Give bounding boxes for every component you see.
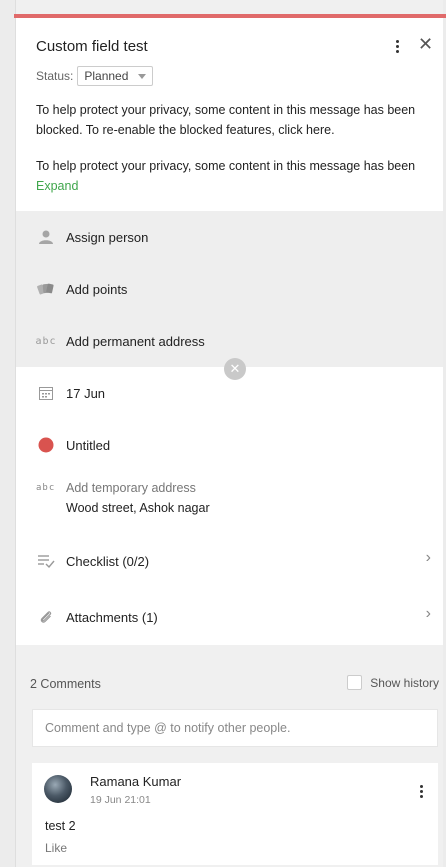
- red-status-dot-icon: [36, 435, 56, 455]
- comment-author: Ramana Kumar: [90, 774, 182, 789]
- comment-text: test 2: [45, 819, 76, 833]
- checklist-icon: [36, 551, 56, 571]
- temporary-address-field[interactable]: abc Add temporary address Wood street, A…: [16, 471, 443, 533]
- add-permanent-address-label: Add permanent address: [66, 333, 205, 349]
- privacy-notice-2: To help protect your privacy, some conte…: [36, 156, 436, 196]
- comment-time: 19 Jun 21:01: [90, 794, 151, 806]
- status-value: Planned: [84, 69, 129, 83]
- status-row: Status: Planned: [36, 66, 154, 86]
- cards-icon: [36, 279, 56, 299]
- chevron-right-icon: ›: [425, 549, 431, 566]
- close-icon[interactable]: ✕: [418, 34, 433, 54]
- status-dropdown[interactable]: Planned: [77, 66, 154, 86]
- attachments-row[interactable]: Attachments (1) ›: [16, 589, 443, 645]
- chevron-down-icon: [138, 73, 147, 79]
- privacy-notice-2-text: To help protect your privacy, some conte…: [36, 159, 416, 173]
- privacy-notice-1[interactable]: To help protect your privacy, some conte…: [36, 100, 436, 140]
- comment-input[interactable]: Comment and type @ to notify other peopl…: [32, 709, 438, 747]
- calendar-icon: [36, 383, 56, 403]
- untitled-field[interactable]: Untitled: [16, 419, 443, 471]
- comment-item: Ramana Kumar 19 Jun 21:01 test 2 Like: [32, 763, 438, 865]
- task-title[interactable]: Custom field test: [36, 38, 148, 55]
- date-value: 17 Jun: [66, 385, 106, 401]
- text-field-icon: abc: [36, 483, 56, 493]
- paperclip-icon: [36, 607, 56, 627]
- person-icon: [36, 227, 56, 247]
- checklist-label: Checklist (0/2): [66, 553, 150, 569]
- comment-more-icon[interactable]: [416, 783, 426, 799]
- show-history-label: Show history: [370, 675, 439, 690]
- expand-link[interactable]: Expand: [36, 176, 436, 196]
- temporary-address-value: Wood street, Ashok nagar: [66, 501, 210, 515]
- left-edge-strip: [0, 0, 16, 867]
- checklist-row[interactable]: Checklist (0/2) ›: [16, 533, 443, 589]
- chevron-right-icon: ›: [425, 605, 431, 622]
- assign-person-label: Assign person: [66, 229, 149, 245]
- task-header: Custom field test ✕ Status: Planned To h…: [16, 18, 443, 211]
- task-detail-panel: Custom field test ✕ Status: Planned To h…: [16, 18, 443, 645]
- like-link[interactable]: Like: [45, 841, 67, 855]
- attachments-label: Attachments (1): [66, 609, 158, 625]
- collapse-close-icon[interactable]: ✕: [224, 358, 246, 380]
- comments-count: 2 Comments: [30, 677, 101, 691]
- add-temporary-address-label: Add temporary address: [66, 481, 196, 495]
- text-field-icon: abc: [35, 335, 57, 347]
- show-history-checkbox[interactable]: [347, 675, 363, 690]
- show-history-toggle[interactable]: Show history: [347, 675, 439, 690]
- status-label: Status:: [36, 69, 74, 83]
- more-options-icon[interactable]: [390, 36, 404, 56]
- comments-section: 2 Comments Show history Comment and type…: [16, 657, 443, 867]
- add-points-label: Add points: [66, 281, 128, 297]
- add-points-field[interactable]: Add points: [16, 263, 443, 315]
- untitled-label: Untitled: [66, 437, 111, 453]
- avatar: [44, 775, 72, 803]
- assign-person-field[interactable]: Assign person: [16, 211, 443, 263]
- app-frame: Custom field test ✕ Status: Planned To h…: [0, 0, 446, 867]
